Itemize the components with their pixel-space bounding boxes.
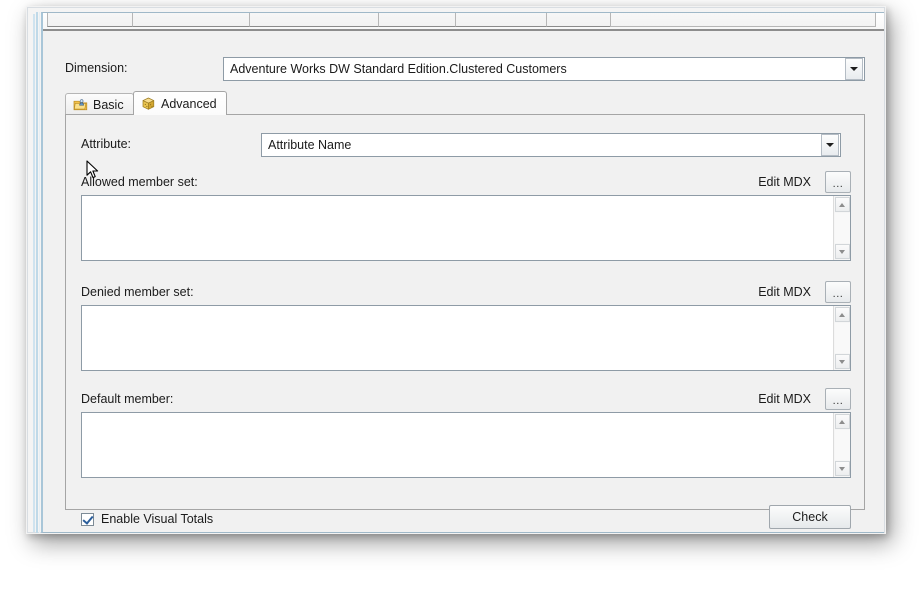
denied-member-set-edit-mdx-link[interactable]: Edit MDX (758, 285, 811, 299)
clipped-top-tabstrip: ⋮ (43, 13, 884, 31)
tab-advanced[interactable]: Advanced (133, 91, 227, 115)
allowed-member-set-textarea-content[interactable] (82, 196, 833, 260)
default-member-scrollbar[interactable] (833, 413, 850, 477)
scrollbar-track[interactable] (834, 430, 850, 460)
clipped-tab-2[interactable] (132, 13, 250, 27)
clipped-tab-4[interactable] (378, 13, 456, 27)
window-accent-edge-2 (36, 12, 38, 533)
allowed-member-set-label: Allowed member set: (81, 175, 198, 189)
check-button[interactable]: Check (769, 505, 851, 529)
default-member-browse-button[interactable]: ... (825, 388, 851, 410)
enable-visual-totals-label: Enable Visual Totals (101, 512, 214, 526)
denied-member-set-label: Denied member set: (81, 285, 194, 299)
scroll-up-icon[interactable] (834, 197, 850, 212)
scroll-down-icon[interactable] (834, 354, 850, 369)
default-member-edit-mdx-link[interactable]: Edit MDX (758, 392, 811, 406)
scroll-up-icon[interactable] (834, 414, 850, 429)
denied-member-set-textarea-content[interactable] (82, 306, 833, 370)
scroll-down-icon[interactable] (834, 461, 850, 476)
chevron-down-icon[interactable] (821, 134, 839, 156)
denied-member-set-scrollbar[interactable] (833, 306, 850, 370)
attribute-label: Attribute: (81, 137, 132, 151)
denied-member-set-textarea[interactable] (81, 305, 851, 371)
default-member-label: Default member: (81, 392, 174, 406)
allowed-member-set-browse-button[interactable]: ... (825, 171, 851, 193)
dimension-label: Dimension: (65, 61, 128, 75)
advanced-tab-footer: Enable Visual Totals Check (81, 505, 851, 535)
chevron-down-icon[interactable] (845, 58, 863, 80)
tab-advanced-label: Advanced (161, 96, 217, 111)
attribute-combobox[interactable]: Attribute Name (261, 133, 841, 157)
clipped-tab-1[interactable] (47, 13, 133, 27)
advanced-tab-page: Attribute: Attribute Name Allowed member… (65, 114, 865, 529)
tabstrip: Basic Advanced (65, 91, 865, 115)
denied-member-set-browse-button[interactable]: ... (825, 281, 851, 303)
clipped-tab-5[interactable] (455, 13, 547, 27)
dimension-combobox-value: Adventure Works DW Standard Edition.Clus… (230, 62, 567, 76)
dialog-content: Dimension: Adventure Works DW Standard E… (43, 31, 884, 532)
enable-visual-totals-checkbox-wrapper[interactable]: Enable Visual Totals (81, 512, 213, 526)
dimension-folder-icon (73, 97, 88, 112)
window-accent-edge-1 (33, 14, 35, 532)
screenshot-root: ⋮ Dimension: Adventure Works DW Standard… (0, 0, 921, 597)
scroll-up-icon[interactable] (834, 307, 850, 322)
allowed-member-set-textarea[interactable] (81, 195, 851, 261)
dimension-combobox[interactable]: Adventure Works DW Standard Edition.Clus… (223, 57, 865, 81)
enable-visual-totals-checkbox[interactable] (81, 512, 94, 526)
dialog-pane: ⋮ Dimension: Adventure Works DW Standard… (41, 12, 884, 533)
scroll-down-icon[interactable] (834, 244, 850, 259)
scrollbar-track[interactable] (834, 323, 850, 353)
allowed-member-set-header: Allowed member set: Edit MDX ... (81, 171, 851, 193)
tab-basic[interactable]: Basic (65, 93, 134, 115)
default-member-textarea[interactable] (81, 412, 851, 478)
window-accent-edge-3 (39, 12, 40, 533)
scrollbar-track[interactable] (834, 213, 850, 243)
clipped-tab-3[interactable] (249, 13, 379, 27)
allowed-member-set-edit-mdx-link[interactable]: Edit MDX (758, 175, 811, 189)
default-member-textarea-content[interactable] (82, 413, 833, 477)
allowed-member-set-scrollbar[interactable] (833, 196, 850, 260)
denied-member-set-header: Denied member set: Edit MDX ... (81, 281, 851, 303)
default-member-header: Default member: Edit MDX ... (81, 388, 851, 410)
attribute-combobox-value: Attribute Name (268, 138, 352, 152)
clipped-right-toolbar[interactable] (610, 13, 876, 27)
dimension-row: Dimension: Adventure Works DW Standard E… (65, 57, 865, 81)
tab-basic-label: Basic (93, 97, 124, 112)
cube-icon (141, 96, 156, 111)
